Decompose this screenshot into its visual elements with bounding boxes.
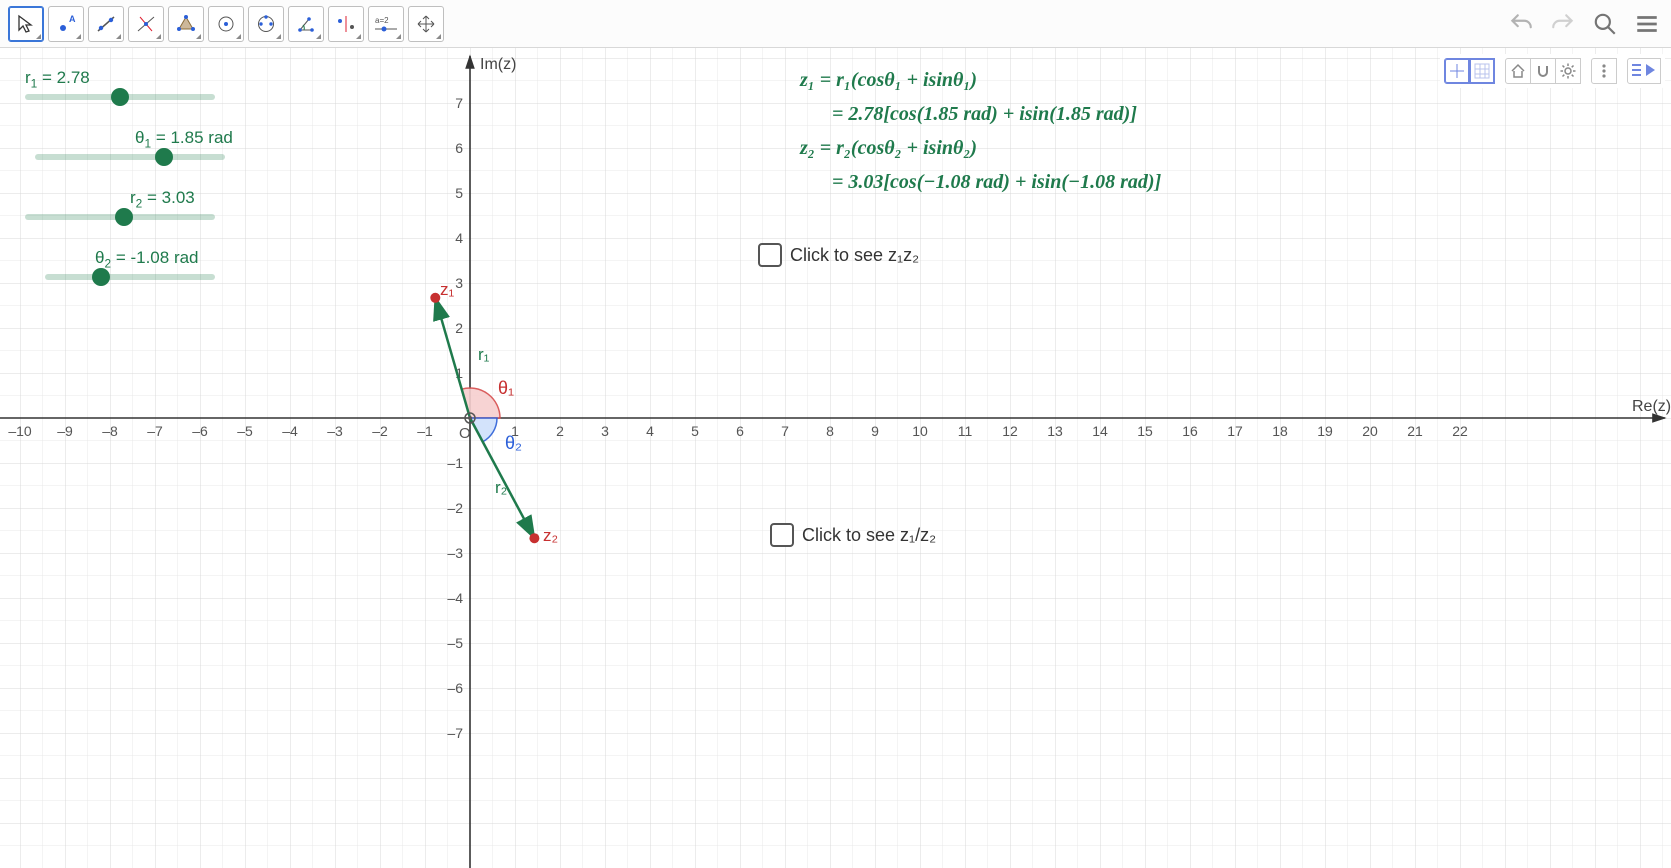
svg-text:13: 13: [1047, 423, 1063, 439]
svg-text:–3: –3: [327, 423, 343, 439]
r2-slider[interactable]: r2 = 3.03: [25, 188, 215, 220]
svg-text:5: 5: [455, 185, 463, 201]
svg-text:–9: –9: [57, 423, 73, 439]
slider-tool[interactable]: a=2: [368, 6, 404, 42]
view-toolbar: [1440, 54, 1665, 88]
ellipse-tool[interactable]: [248, 6, 284, 42]
equation-z2-form: z₂ = r₂(cosθ₂ + isinθ₂): [800, 131, 1161, 165]
show-product-label: Click to see z₁z₂: [790, 245, 919, 266]
properties-panel[interactable]: [1627, 58, 1661, 84]
svg-text:–1: –1: [417, 423, 433, 439]
svg-text:15: 15: [1137, 423, 1153, 439]
show-product-checkbox[interactable]: Click to see z₁z₂: [758, 243, 919, 267]
svg-text:3: 3: [601, 423, 609, 439]
svg-text:–2: –2: [447, 500, 463, 516]
svg-text:19: 19: [1317, 423, 1333, 439]
svg-text:7: 7: [781, 423, 789, 439]
equations-block: z₁ = r₁(cosθ₁ + isinθ₁) = 2.78[cos(1.85 …: [800, 63, 1161, 199]
svg-text:–5: –5: [237, 423, 253, 439]
svg-text:–5: –5: [447, 635, 463, 651]
svg-text:22: 22: [1452, 423, 1468, 439]
menu-button[interactable]: [1631, 8, 1663, 40]
graphics-view[interactable]: –10 –9 –8 –7 –6 –5 –4 –3 –2 –1 12 3 4 5 6 7 8 9 10 1…: [0, 48, 1671, 868]
line-tool[interactable]: [88, 6, 124, 42]
move-view-tool[interactable]: [408, 6, 444, 42]
theta1-slider[interactable]: θ1 = 1.85 rad: [35, 128, 233, 160]
svg-text:–6: –6: [447, 680, 463, 696]
svg-text:11: 11: [958, 423, 973, 439]
theta2-slider[interactable]: θ2 = -1.08 rad: [45, 248, 215, 280]
circle-point-tool[interactable]: [208, 6, 244, 42]
svg-text:17: 17: [1227, 423, 1243, 439]
z1-label: z₁: [440, 280, 454, 300]
svg-text:–7: –7: [147, 423, 163, 439]
svg-text:12: 12: [1002, 423, 1018, 439]
equation-z1-value: = 2.78[cos(1.85 rad) + isin(1.85 rad)]: [800, 97, 1161, 131]
checkbox-box[interactable]: [758, 243, 782, 267]
svg-text:2: 2: [455, 320, 463, 336]
reflect-tool[interactable]: [328, 6, 364, 42]
vertical-dots[interactable]: [1591, 58, 1617, 84]
svg-text:–3: –3: [447, 545, 463, 561]
svg-text:14: 14: [1092, 423, 1108, 439]
svg-text:–1: –1: [447, 455, 463, 471]
svg-text:a=2: a=2: [375, 16, 389, 25]
svg-text:18: 18: [1272, 423, 1288, 439]
search-button[interactable]: [1589, 8, 1621, 40]
svg-text:–6: –6: [192, 423, 208, 439]
polygon-tool[interactable]: [168, 6, 204, 42]
show-quotient-checkbox[interactable]: Click to see z₁/z₂: [770, 523, 936, 547]
z2-label: z₂: [543, 526, 558, 546]
svg-text:–8: –8: [102, 423, 118, 439]
origin-label: O: [459, 425, 471, 442]
move-tool[interactable]: [8, 6, 44, 42]
snap-toggle[interactable]: [1530, 58, 1556, 84]
checkbox-box[interactable]: [770, 523, 794, 547]
svg-text:5: 5: [691, 423, 699, 439]
svg-text:–7: –7: [447, 725, 463, 741]
svg-text:16: 16: [1182, 423, 1198, 439]
r1-slider[interactable]: r1 = 2.78: [25, 68, 215, 100]
equation-z1-form: z₁ = r₁(cosθ₁ + isinθ₁): [800, 63, 1161, 97]
svg-text:A: A: [69, 14, 76, 24]
svg-text:6: 6: [455, 140, 463, 156]
undo-button[interactable]: [1505, 8, 1537, 40]
svg-text:4: 4: [455, 230, 463, 246]
svg-text:4: 4: [646, 423, 654, 439]
point-tool[interactable]: A: [48, 6, 84, 42]
grid-toggle[interactable]: [1469, 58, 1495, 84]
svg-text:21: 21: [1407, 423, 1423, 439]
theta2-label: θ₂: [505, 433, 522, 454]
perpendicular-tool[interactable]: [128, 6, 164, 42]
theta1-label: θ₁: [498, 378, 514, 399]
r1-label: r₁: [478, 345, 489, 365]
tool-group: A a=2: [8, 6, 444, 42]
toolbar-right: [1505, 0, 1663, 48]
svg-text:8: 8: [826, 423, 834, 439]
svg-text:9: 9: [871, 423, 879, 439]
svg-text:6: 6: [736, 423, 744, 439]
svg-text:–4: –4: [447, 590, 463, 606]
show-quotient-label: Click to see z₁/z₂: [802, 525, 936, 546]
angle-tool[interactable]: [288, 6, 324, 42]
svg-text:2: 2: [556, 423, 564, 439]
r2-label: r₂: [495, 478, 507, 498]
equation-z2-value: = 3.03[cos(−1.08 rad) + isin(−1.08 rad)]: [800, 165, 1161, 199]
top-toolbar: A a=2: [0, 0, 1671, 48]
settings-gear[interactable]: [1555, 58, 1581, 84]
home-view[interactable]: [1505, 58, 1531, 84]
svg-text:–10: –10: [8, 423, 32, 439]
svg-text:–2: –2: [372, 423, 388, 439]
svg-text:10: 10: [912, 423, 928, 439]
svg-text:7: 7: [455, 95, 463, 111]
x-axis-label: Re(z): [1632, 398, 1671, 416]
redo-button[interactable]: [1547, 8, 1579, 40]
svg-text:–4: –4: [282, 423, 298, 439]
svg-text:3: 3: [455, 275, 463, 291]
y-axis-label: Im(z): [480, 56, 516, 74]
axes-toggle[interactable]: [1444, 58, 1470, 84]
svg-text:20: 20: [1362, 423, 1378, 439]
